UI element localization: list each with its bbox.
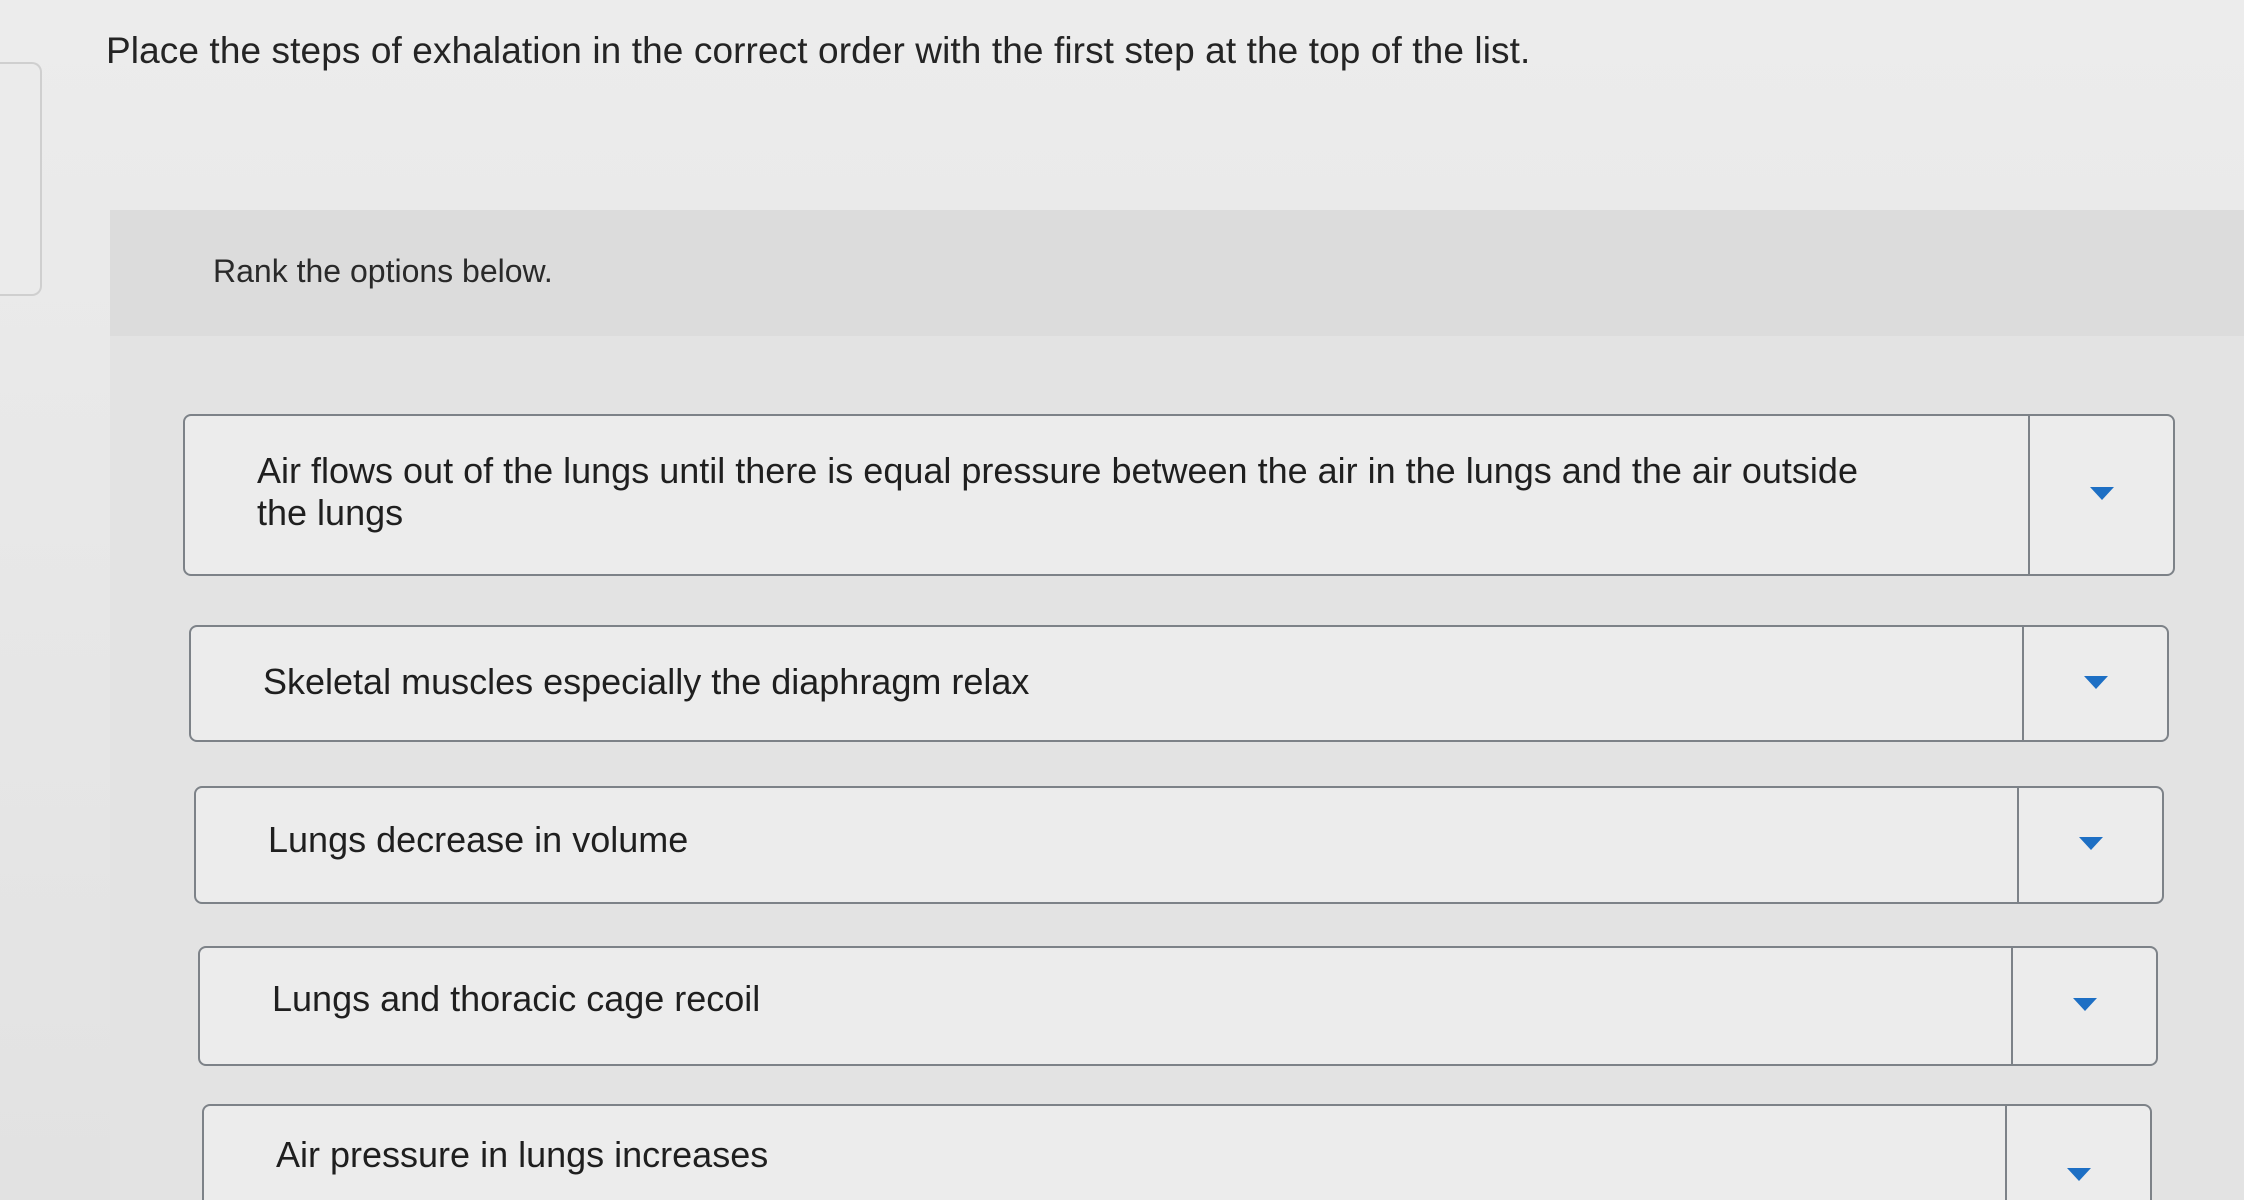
rank-instruction: Rank the options below. — [213, 253, 553, 289]
caret-down-icon — [2083, 675, 2108, 689]
caret-down-icon — [2066, 1168, 2091, 1181]
rank-item-label: Air flows out of the lungs until there i… — [257, 450, 1858, 533]
rank-item[interactable]: Lungs and thoracic cage recoil — [198, 946, 2158, 1066]
rank-item[interactable]: Lungs decrease in volume — [194, 786, 2164, 904]
caret-down-icon — [2072, 998, 2097, 1011]
side-panel-tab[interactable] — [0, 62, 42, 296]
caret-down-icon — [2078, 837, 2103, 850]
rank-item-label: Air pressure in lungs increases — [276, 1134, 769, 1175]
rank-item-label: Lungs and thoracic cage recoil — [272, 978, 761, 1019]
rank-dropdown[interactable] — [2022, 627, 2167, 740]
caret-down-icon — [2089, 487, 2114, 500]
screen: Place the steps of exhalation in the cor… — [0, 0, 2244, 1200]
rank-item-label: Lungs decrease in volume — [268, 819, 689, 860]
rank-dropdown[interactable] — [2005, 1106, 2150, 1200]
question-prompt: Place the steps of exhalation in the cor… — [106, 30, 1531, 71]
ranking-header: Rank the options below. — [110, 210, 2244, 336]
rank-item[interactable]: Skeletal muscles especially the diaphrag… — [189, 625, 2169, 742]
rank-item[interactable]: Air flows out of the lungs until there i… — [183, 414, 2175, 576]
rank-dropdown[interactable] — [2028, 416, 2173, 574]
rank-dropdown[interactable] — [2017, 788, 2162, 902]
rank-dropdown[interactable] — [2011, 948, 2156, 1064]
rank-item-label: Skeletal muscles especially the diaphrag… — [263, 661, 1030, 702]
rank-item[interactable]: Air pressure in lungs increases — [202, 1104, 2152, 1200]
